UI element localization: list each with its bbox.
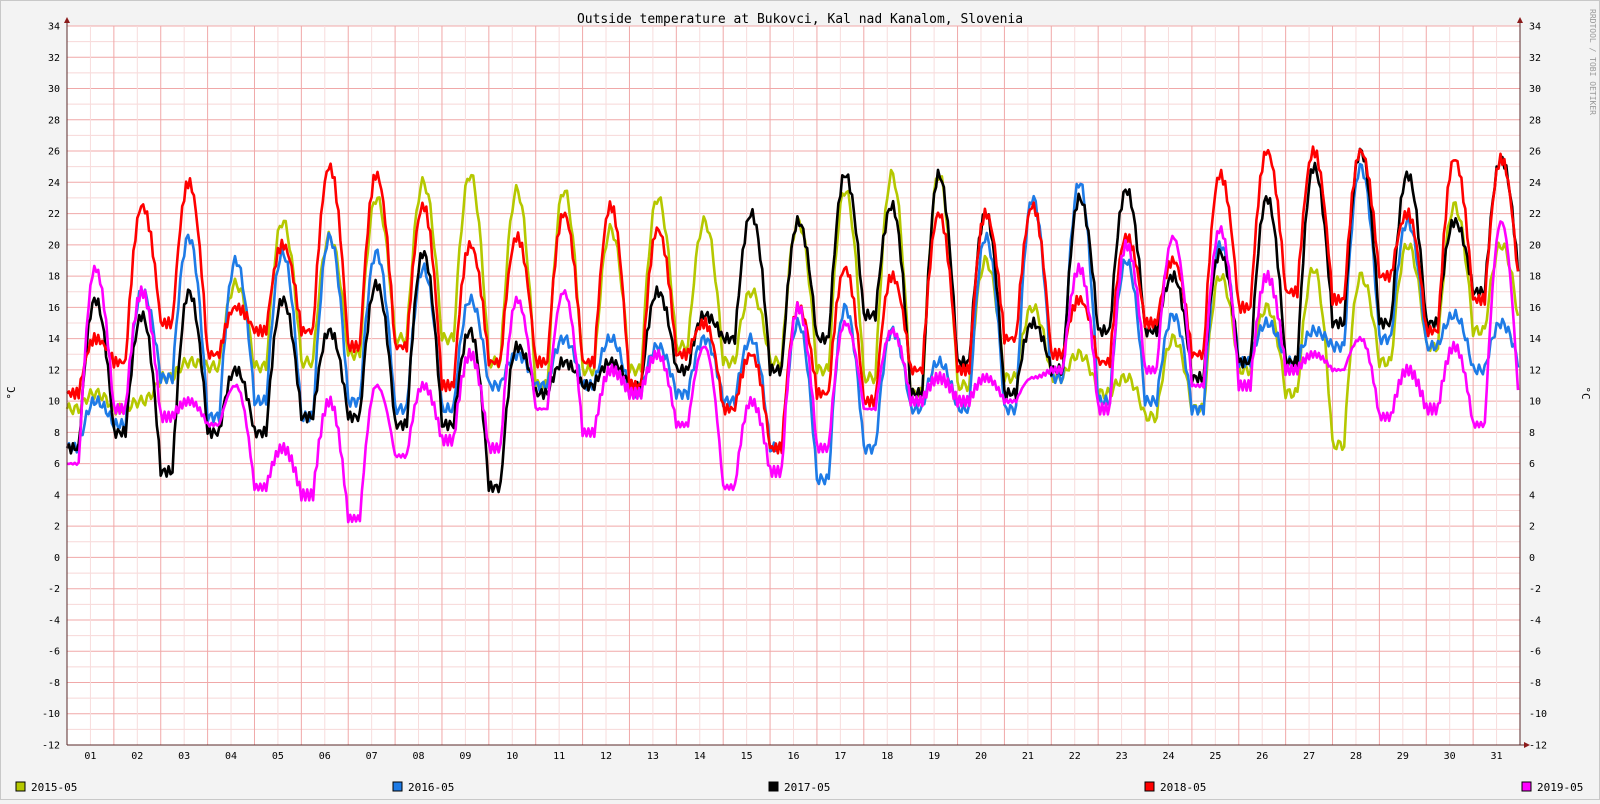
y-tick-label-left: 12: [48, 365, 60, 376]
x-tick-label: 05: [272, 751, 284, 762]
legend-swatch: [15, 781, 26, 792]
y-tick-label-right: -4: [1529, 615, 1541, 626]
y-tick-label-left: 20: [48, 240, 60, 251]
y-tick-label-left: 0: [54, 553, 60, 564]
y-tick-label-right: 26: [1529, 147, 1541, 158]
legend-label: 2016-05: [408, 781, 454, 794]
x-tick-label: 15: [741, 751, 753, 762]
chart-title: Outside temperature at Bukovci, Kal nad …: [577, 12, 1023, 27]
y-tick-label-right: 12: [1529, 365, 1541, 376]
y-tick-label-left: 26: [48, 147, 60, 158]
x-tick-label: 03: [178, 751, 190, 762]
x-tick-label: 27: [1303, 751, 1315, 762]
x-tick-label: 30: [1444, 751, 1456, 762]
y-tick-label-left: 34: [48, 22, 60, 33]
x-tick-label: 28: [1350, 751, 1362, 762]
y-tick-label-right: -6: [1529, 647, 1541, 658]
y-tick-label-right: 30: [1529, 84, 1541, 95]
y-tick-label-left: 2: [54, 522, 60, 533]
y-tick-label-right: 2: [1529, 522, 1535, 533]
y-tick-label-right: -2: [1529, 584, 1541, 595]
y-tick-label-left: -10: [42, 709, 60, 720]
x-tick-label: 23: [1116, 751, 1128, 762]
x-tick-label: 20: [975, 751, 987, 762]
legend-swatch: [768, 781, 779, 792]
x-tick-label: 26: [1256, 751, 1268, 762]
y-tick-label-left: 32: [48, 53, 60, 64]
x-tick-label: 08: [413, 751, 425, 762]
x-tick-label: 31: [1491, 751, 1503, 762]
y-tick-label-left: 28: [48, 115, 60, 126]
y-tick-label-left: -6: [48, 647, 60, 658]
x-tick-label: 17: [834, 751, 846, 762]
y-tick-label-left: -4: [48, 615, 60, 626]
y-tick-label-right: 0: [1529, 553, 1535, 564]
y-tick-label-right: 10: [1529, 397, 1541, 408]
y-tick-label-right: 16: [1529, 303, 1541, 314]
x-tick-label: 13: [647, 751, 659, 762]
y-tick-label-left: 10: [48, 397, 60, 408]
legend-swatch: [1144, 781, 1155, 792]
legend-swatch: [392, 781, 403, 792]
y-tick-label-right: 18: [1529, 272, 1541, 283]
watermark: RRDTOOL / TOBI OETIKER: [1588, 9, 1597, 115]
y-tick-label-right: 20: [1529, 240, 1541, 251]
y-tick-label-right: 4: [1529, 490, 1535, 501]
y-tick-label-left: 16: [48, 303, 60, 314]
y-tick-label-left: 18: [48, 272, 60, 283]
x-tick-label: 11: [553, 751, 565, 762]
x-tick-label: 19: [928, 751, 940, 762]
x-tick-label: 18: [881, 751, 893, 762]
y-tick-label-left: 8: [54, 428, 60, 439]
x-tick-label: 04: [225, 751, 237, 762]
y-tick-label-right: 24: [1529, 178, 1541, 189]
x-tick-label: 21: [1022, 751, 1034, 762]
y-tick-label-left: 30: [48, 84, 60, 95]
y-axis-label-right: °C: [1579, 386, 1592, 399]
x-tick-label: 01: [84, 751, 96, 762]
y-tick-label-left: 24: [48, 178, 60, 189]
y-tick-label-right: 22: [1529, 209, 1541, 220]
legend-swatch: [1521, 781, 1532, 792]
x-tick-label: 29: [1397, 751, 1409, 762]
y-tick-label-right: 32: [1529, 53, 1541, 64]
y-tick-label-left: 14: [48, 334, 60, 345]
chart-frame: 34 32 30 28 26 24 22 20 18 16 14 12 10 8 6 4 2 0 -2 -4 -6 -8-…: [0, 0, 1600, 800]
y-tick-label-right: 8: [1529, 428, 1535, 439]
x-tick-label: 09: [459, 751, 471, 762]
y-tick-label-right: 34: [1529, 22, 1541, 33]
legend-label: 2019-05: [1537, 781, 1583, 794]
y-tick-label-right: -8: [1529, 678, 1541, 689]
temperature-chart: 3432302826242220181614121086420-2-4-6-8-…: [1, 1, 1599, 799]
x-tick-label: 12: [600, 751, 612, 762]
y-tick-label-left: -8: [48, 678, 60, 689]
y-tick-label-right: 14: [1529, 334, 1541, 345]
x-tick-label: 25: [1209, 751, 1221, 762]
y-tick-label-left: 6: [54, 459, 60, 470]
x-tick-label: 22: [1069, 751, 1081, 762]
x-tick-label: 06: [319, 751, 331, 762]
x-tick-label: 14: [694, 751, 706, 762]
y-axis-label-left: °C: [5, 386, 18, 399]
y-tick-label-left: 4: [54, 490, 60, 501]
y-tick-label-left: -2: [48, 584, 60, 595]
x-tick-label: 16: [787, 751, 799, 762]
y-tick-label-left: -12: [42, 741, 60, 752]
y-tick-label-left: 22: [48, 209, 60, 220]
y-tick-label-right: -12: [1529, 741, 1547, 752]
x-tick-label: 10: [506, 751, 518, 762]
y-tick-label-right: 28: [1529, 115, 1541, 126]
x-tick-label: 24: [1162, 751, 1174, 762]
legend-label: 2015-05: [31, 781, 77, 794]
legend-label: 2018-05: [1160, 781, 1206, 794]
x-tick-label: 02: [131, 751, 143, 762]
y-tick-label-right: 6: [1529, 459, 1535, 470]
y-tick-label-right: -10: [1529, 709, 1547, 720]
x-tick-label: 07: [366, 751, 378, 762]
legend-label: 2017-05: [784, 781, 830, 794]
